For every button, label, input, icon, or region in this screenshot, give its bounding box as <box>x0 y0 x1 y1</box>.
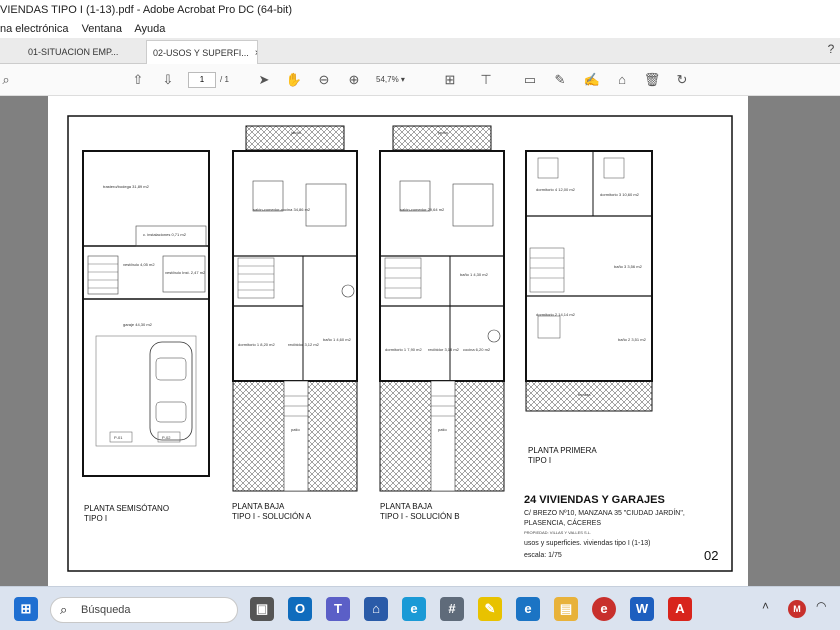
hand-icon[interactable]: ✋ <box>284 70 304 90</box>
room-label: vestíbulo 4,05 m2 <box>123 262 155 267</box>
room-label: dormitorio 1 7,90 m2 <box>385 347 422 352</box>
room-label: vestíbulo Inst. 2,47 m2 <box>165 270 206 275</box>
chevron-up-icon[interactable]: ˄ <box>762 599 769 613</box>
search-placeholder: Búsqueda <box>81 604 131 616</box>
tab-bar: 01-SITUACION EMP... 02-USOS Y SUPERFI...… <box>0 38 840 64</box>
room-label: jardín <box>290 130 301 135</box>
project-owner: PROPIEDAD: VILLAS Y VALLES S.L. <box>524 530 592 535</box>
room-label: dormitorio 4 12,00 m2 <box>536 187 576 192</box>
help-icon[interactable]: ? <box>822 42 840 60</box>
store-icon[interactable]: ⌂ <box>364 597 388 621</box>
stamp-icon[interactable]: ⊤ <box>476 70 496 90</box>
zoom-in-icon[interactable]: ⊕ <box>344 70 364 90</box>
plan-title-baja-a: PLANTA BAJA TIPO I - SOLUCIÓN A <box>232 502 312 521</box>
sticky-notes-icon[interactable]: ✎ <box>478 597 502 621</box>
room-label: jardín <box>437 130 448 135</box>
outlook-icon[interactable]: O <box>288 597 312 621</box>
trash-icon[interactable]: 🗑 <box>642 70 662 90</box>
sheet-scale: escala: 1/75 <box>524 552 562 559</box>
room-label: recibidor 3,12 m2 <box>288 342 320 347</box>
page-number-input[interactable]: 1 <box>188 72 216 88</box>
plan-title-semisotano: PLANTA SEMISÓTANO TIPO I <box>84 504 170 523</box>
plan-title-baja-b: PLANTA BAJA TIPO I - SOLUCIÓN B <box>380 502 460 521</box>
tray-app-icon[interactable]: M <box>788 600 806 618</box>
acrobat-icon[interactable]: A <box>668 597 692 621</box>
calculator-icon[interactable]: # <box>440 597 464 621</box>
room-label: dormitorio 3 10,60 m2 <box>600 192 640 197</box>
tab-label: 01-SITUACION EMP... <box>28 47 119 57</box>
room-label: recibidor 3,18 m2 <box>428 347 460 352</box>
room-label: patio <box>438 427 447 432</box>
room-label: salón-comedor-cocina 34,86 m2 <box>253 207 311 212</box>
fit-page-icon[interactable]: ⊞ <box>440 70 460 90</box>
room-label: trastero/bodega 31,89 m2 <box>103 184 150 189</box>
sheet-number: 02 <box>704 548 719 563</box>
wifi-icon[interactable]: ◠ <box>816 599 826 613</box>
plan-semisotano: trastero/bodega 31,89 m2 c. instalacione… <box>82 150 210 477</box>
tab-usos[interactable]: 02-USOS Y SUPERFI... × <box>146 40 258 64</box>
room-label: baño 3 3,56 m2 <box>614 264 643 269</box>
edge-icon[interactable]: e <box>402 597 426 621</box>
zoom-out-icon[interactable]: ⊖ <box>314 70 334 90</box>
room-label: baño 2 3,51 m2 <box>618 337 647 342</box>
tag-icon[interactable]: ⌂ <box>612 70 632 90</box>
pdf-page: trastero/bodega 31,89 m2 c. instalacione… <box>48 96 748 586</box>
project-title: 24 VIVIENDAS Y GARAJES <box>524 494 665 506</box>
page-total: / 1 <box>220 75 229 84</box>
room-label: P-01 <box>114 435 123 440</box>
room-label: patio <box>291 427 300 432</box>
tab-situacion[interactable]: 01-SITUACION EMP... <box>22 40 142 64</box>
plan-baja-a: salón-comedor-cocina 34,86 m2 dormitorio… <box>232 125 358 492</box>
tab-label: 02-USOS Y SUPERFI... <box>153 48 249 58</box>
room-label: salón-comedor 29,64 m2 <box>400 207 445 212</box>
up-arrow-icon[interactable]: ⇧ <box>128 70 148 90</box>
zoom-value: 54,7% <box>376 75 399 84</box>
room-label: baño 1 4,30 m2 <box>460 272 489 277</box>
plan-title-primera: PLANTA PRIMERA TIPO I <box>528 446 597 465</box>
room-label: P-02 <box>162 435 171 440</box>
room-label: baño 1 4,60 m2 <box>323 337 352 342</box>
room-label: cocina 6,20 m2 <box>463 347 491 352</box>
pointer-icon[interactable]: ➤ <box>254 70 274 90</box>
room-label: dormitorio 1 8,20 m2 <box>238 342 275 347</box>
pen-icon[interactable]: ✎ <box>550 70 570 90</box>
room-label: c. instalaciones 0,71 m2 <box>143 232 187 237</box>
menu-item-ayuda[interactable]: Ayuda <box>134 23 165 35</box>
zoom-level[interactable]: 54,7% ▾ <box>376 72 422 88</box>
document-viewport[interactable]: trastero/bodega 31,89 m2 c. instalacione… <box>0 96 840 586</box>
start-icon[interactable]: ⊞ <box>14 597 38 621</box>
room-label: garaje 44,30 m2 <box>123 322 153 327</box>
plan-primera: dormitorio 4 12,00 m2 dormitorio 3 10,60… <box>525 150 653 412</box>
project-address-1: C/ BREZO Nº10, MANZANA 35 "CIUDAD JARDÍN… <box>524 510 685 517</box>
ie-icon[interactable]: e <box>516 597 540 621</box>
room-label: dormitorio 2 14,14 m2 <box>536 312 576 317</box>
menu-item-ventana[interactable]: Ventana <box>82 23 122 35</box>
menu-item-firma[interactable]: na electrónica <box>0 23 69 35</box>
close-icon[interactable]: × <box>255 48 257 59</box>
down-arrow-icon[interactable]: ⇩ <box>158 70 178 90</box>
sign-icon[interactable]: ✍ <box>582 70 602 90</box>
sheet-subject: usos y superficies. viviendas tipo I (1-… <box>524 540 651 547</box>
menu-bar: na electrónica Ventana Ayuda <box>0 20 840 38</box>
room-label: terraza <box>578 392 591 397</box>
search-icon[interactable]: ⌕ <box>0 70 16 90</box>
file-explorer-icon[interactable]: ▤ <box>554 597 578 621</box>
window-title: VIENDAS TIPO I (1-13).pdf - Adobe Acroba… <box>0 0 840 20</box>
task-view-icon[interactable]: ▣ <box>250 597 274 621</box>
comment-icon[interactable]: ▭ <box>520 70 540 90</box>
taskbar: ⊞ ⌕ Búsqueda ▣ O T ⌂ e # ✎ e ▤ e W A ˄ M… <box>0 586 840 630</box>
taskbar-search[interactable]: ⌕ Búsqueda <box>50 597 238 623</box>
toolbar: ⌕ ⇧ ⇩ 1 / 1 ➤ ✋ ⊖ ⊕ 54,7% ▾ ⊞ ⊤ ▭ ✎ ✍ ⌂ … <box>0 64 840 96</box>
teams-icon[interactable]: T <box>326 597 350 621</box>
plan-baja-b: salón-comedor 29,64 m2 dormitorio 1 7,90… <box>379 125 505 492</box>
project-address-2: PLASENCIA, CÁCERES <box>524 520 602 527</box>
rotate-icon[interactable]: ↻ <box>672 70 692 90</box>
app-red-icon[interactable]: e <box>592 597 616 621</box>
search-icon: ⌕ <box>60 602 68 617</box>
word-icon[interactable]: W <box>630 597 654 621</box>
